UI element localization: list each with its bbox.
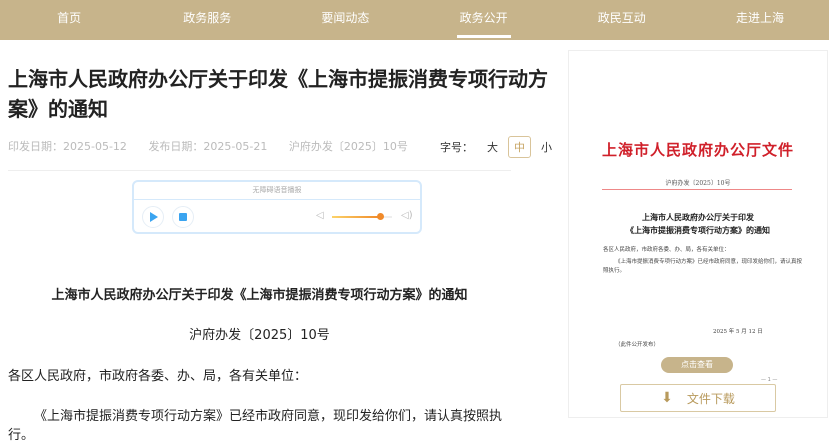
play-icon bbox=[150, 212, 158, 222]
print-date: 印发日期：2025-05-12 bbox=[8, 140, 127, 153]
font-size-large[interactable]: 大 bbox=[487, 139, 498, 155]
stop-button[interactable] bbox=[172, 206, 194, 228]
volume-slider[interactable] bbox=[332, 213, 392, 220]
nav-services[interactable]: 政务服务 bbox=[138, 0, 276, 40]
volume-fill bbox=[332, 216, 380, 218]
doc-date: 2025 年 5 月 12 日 bbox=[713, 329, 763, 335]
body-heading: 上海市人民政府办公厅关于印发《上海市提振消费专项行动方案》的通知 bbox=[51, 288, 468, 303]
font-size-small[interactable]: 小 bbox=[541, 139, 552, 155]
font-size-medium[interactable]: 中 bbox=[508, 136, 531, 158]
doc-header: 上海市人民政府办公厅文件 bbox=[601, 141, 794, 159]
audio-title: 无障碍语音播报 bbox=[134, 182, 420, 200]
doc-number: 沪府办发〔2025〕10号 bbox=[665, 180, 731, 187]
volume-high-icon: ◁) bbox=[401, 210, 413, 221]
doc-title: 上海市人民政府办公厅关于印发《上海市提振消费专项行动方案》的通知 bbox=[569, 211, 827, 237]
doc-red-line bbox=[602, 189, 792, 190]
nav-open-government[interactable]: 政务公开 bbox=[415, 0, 553, 40]
doc-title-line1: 上海市人民政府办公厅关于印发 bbox=[642, 212, 754, 222]
download-label: 文件下载 bbox=[686, 391, 735, 406]
view-button[interactable]: 点击查看 bbox=[661, 357, 733, 373]
article-meta: 印发日期：2025-05-12 发布日期：2025-05-21 沪府办发〔202… bbox=[8, 138, 426, 154]
stop-icon bbox=[179, 213, 187, 221]
nav-interaction[interactable]: 政民互动 bbox=[553, 0, 691, 40]
body-doc-number: 沪府办发〔2025〕10号 bbox=[189, 328, 330, 343]
volume-low-icon: ◁ bbox=[316, 210, 324, 221]
page-number: — 1 — bbox=[761, 377, 778, 383]
body-paragraph: 《上海市提振消费专项行动方案》已经市政府同意，现印发给你们，请认真按照执行。 bbox=[8, 409, 503, 443]
nav-home[interactable]: 首页 bbox=[0, 0, 138, 40]
doc-paragraph: 《上海市提振消费专项行动方案》已经市政府同意，现印发给你们，请认真按照执行。 bbox=[603, 259, 803, 274]
top-nav: 首页 政务服务 要闻动态 政务公开 政民互动 走进上海 bbox=[0, 0, 829, 40]
play-button[interactable] bbox=[142, 206, 164, 228]
nav-news[interactable]: 要闻动态 bbox=[276, 0, 414, 40]
font-size-label: 字号： bbox=[440, 141, 473, 154]
doc-note: （此件公开发布） bbox=[615, 342, 660, 348]
doc-title-line2: 《上海市提振消费专项行动方案》的通知 bbox=[626, 225, 770, 235]
divider bbox=[8, 170, 511, 171]
download-icon: ⬇ bbox=[661, 390, 673, 406]
download-button[interactable]: ⬇ 文件下载 bbox=[620, 384, 776, 412]
publish-date: 发布日期：2025-05-21 bbox=[148, 140, 268, 153]
volume-knob[interactable] bbox=[377, 213, 384, 220]
doc-number: 沪府办发〔2025〕10号 bbox=[288, 140, 408, 153]
article-title: 上海市人民政府办公厅关于印发《上海市提振消费专项行动方案》的通知 bbox=[8, 67, 548, 121]
doc-recipients: 各区人民政府，市政府各委、办、局，各有关单位： bbox=[603, 247, 730, 253]
audio-player: 无障碍语音播报 ◁ ◁) bbox=[132, 180, 422, 234]
nav-about-shanghai[interactable]: 走进上海 bbox=[691, 0, 829, 40]
font-size-switcher: 字号： 大 中 小 bbox=[440, 136, 552, 158]
document-preview-panel: 上海市人民政府办公厅文件 沪府办发〔2025〕10号 上海市人民政府办公厅关于印… bbox=[568, 50, 828, 418]
body-recipients: 各区人民政府，市政府各委、办、局，各有关单位： bbox=[8, 369, 308, 384]
